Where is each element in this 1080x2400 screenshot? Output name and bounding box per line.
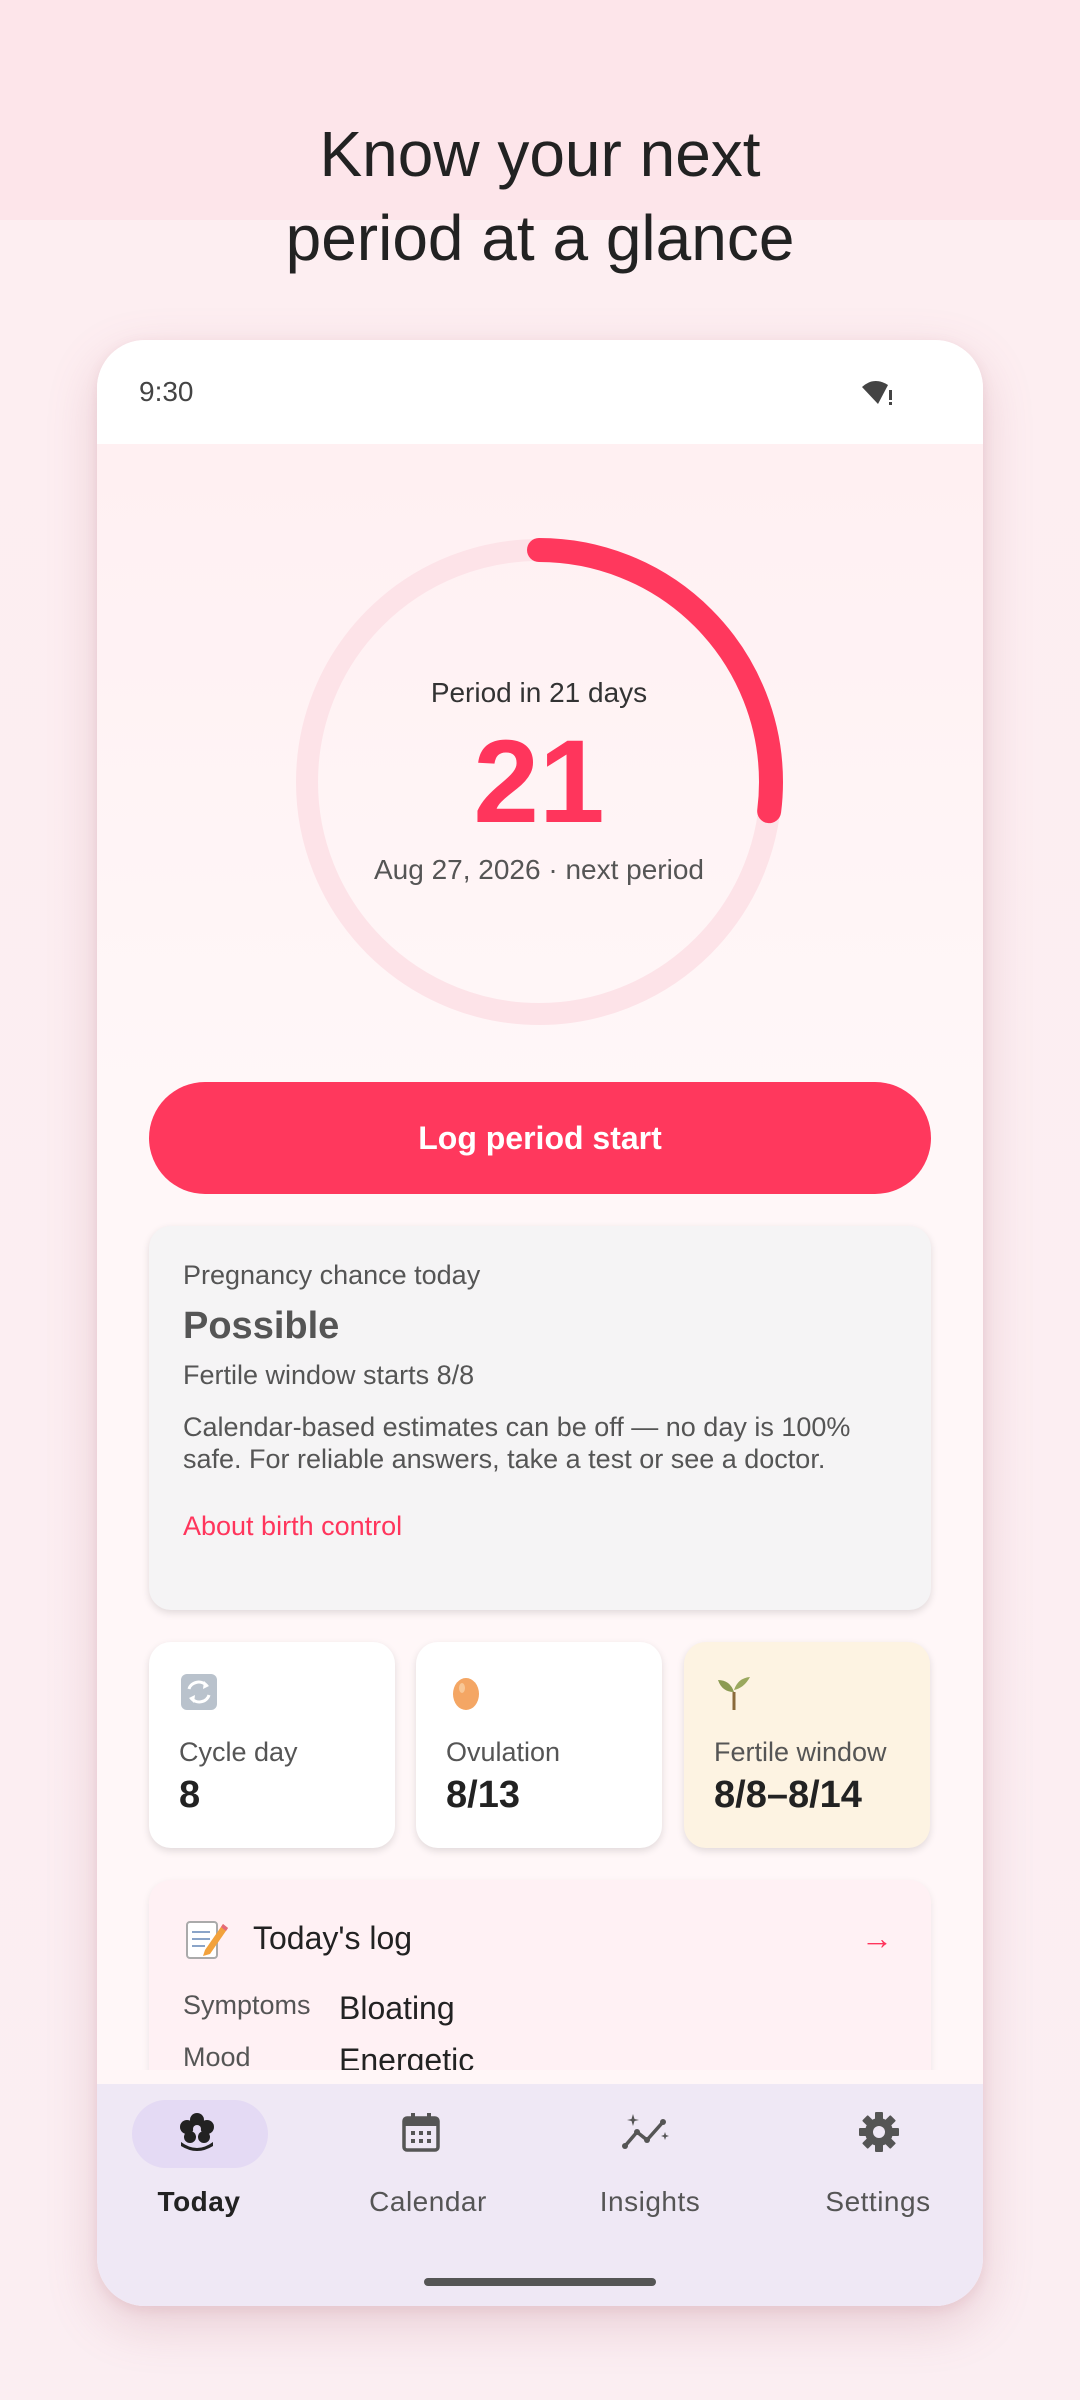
egg-icon: [453, 1678, 479, 1710]
pregnancy-status: Possible: [183, 1305, 340, 1347]
home-indicator[interactable]: [424, 2278, 656, 2286]
stat-value: 8: [179, 1774, 201, 1816]
nav-calendar[interactable]: Calendar: [319, 2084, 541, 2244]
pregnancy-disclaimer: Calendar-based estimates can be off — no…: [183, 1412, 851, 1474]
headline: Know your next period at a glance: [0, 112, 1080, 280]
nav-label: Insights: [599, 2186, 701, 2217]
cycle-arrows-icon: [181, 1674, 217, 1710]
headline-line-1: Know your next: [319, 118, 761, 190]
days-until-period: 21: [473, 716, 605, 848]
symptoms-label: Symptoms: [183, 1990, 311, 2020]
next-period-date: Aug 27, 2026 · next period: [373, 854, 704, 885]
flower-icon: [180, 2113, 214, 2151]
about-birth-control-link[interactable]: About birth control: [183, 1511, 402, 1542]
gear-icon: [859, 2112, 899, 2152]
ovulation-card[interactable]: Ovulation 8/13: [416, 1642, 662, 1848]
cycle-day-card[interactable]: Cycle day 8: [149, 1642, 395, 1848]
stat-label: Cycle day: [179, 1737, 298, 1767]
pregnancy-chance-card: Pregnancy chance today Possible Fertile …: [149, 1226, 931, 1610]
today-content[interactable]: Period in 21 days 21 Aug 27, 2026 · next…: [97, 444, 983, 2070]
fertile-window-card[interactable]: Fertile window 8/8–8/14: [684, 1642, 930, 1848]
cycle-ring: Period in 21 days 21 Aug 27, 2026 · next…: [286, 529, 792, 1035]
stat-value: 8/8–8/14: [714, 1774, 862, 1816]
status-bar: 9:30: [97, 340, 983, 444]
nav-settings[interactable]: Settings: [763, 2084, 983, 2244]
phone-frame: 9:30 Period in 21 days 21 Aug 27, 2026 ·…: [97, 340, 983, 2306]
todays-log-arrow-icon[interactable]: →: [861, 1920, 893, 1957]
calendar-icon: [402, 2113, 440, 2152]
wifi-alert-icon: [862, 380, 892, 405]
nav-label: Settings: [825, 2186, 931, 2217]
mood-label: Mood: [183, 2042, 251, 2070]
log-period-start-button[interactable]: Log period start: [149, 1082, 931, 1194]
status-time: 9:30: [139, 376, 194, 407]
memo-pencil-icon: [186, 1921, 228, 1959]
nav-today[interactable]: Today: [97, 2084, 319, 2244]
pregnancy-card-title: Pregnancy chance today: [183, 1260, 481, 1290]
ring-caption: Period in 21 days: [430, 677, 648, 708]
stat-label: Ovulation: [446, 1737, 561, 1767]
nav-label: Today: [157, 2186, 241, 2217]
stat-value: 8/13: [446, 1774, 520, 1816]
bottom-navigation: Today Calendar Insights Settings: [97, 2084, 983, 2306]
fertile-window-note: Fertile window starts 8/8: [183, 1360, 475, 1390]
insights-icon: [622, 2114, 669, 2149]
nav-insights[interactable]: Insights: [541, 2084, 763, 2244]
todays-log-title: Today's log: [253, 1920, 413, 1956]
mood-value: Energetic: [339, 2042, 475, 2070]
nav-label: Calendar: [369, 2186, 487, 2217]
symptoms-value: Bloating: [339, 1990, 455, 2026]
stat-label: Fertile window: [714, 1737, 887, 1767]
seedling-icon: [718, 1677, 750, 1710]
headline-line-2: period at a glance: [285, 202, 795, 274]
todays-log-card[interactable]: Today's log → Symptoms Bloating Mood Ene…: [149, 1880, 931, 2070]
